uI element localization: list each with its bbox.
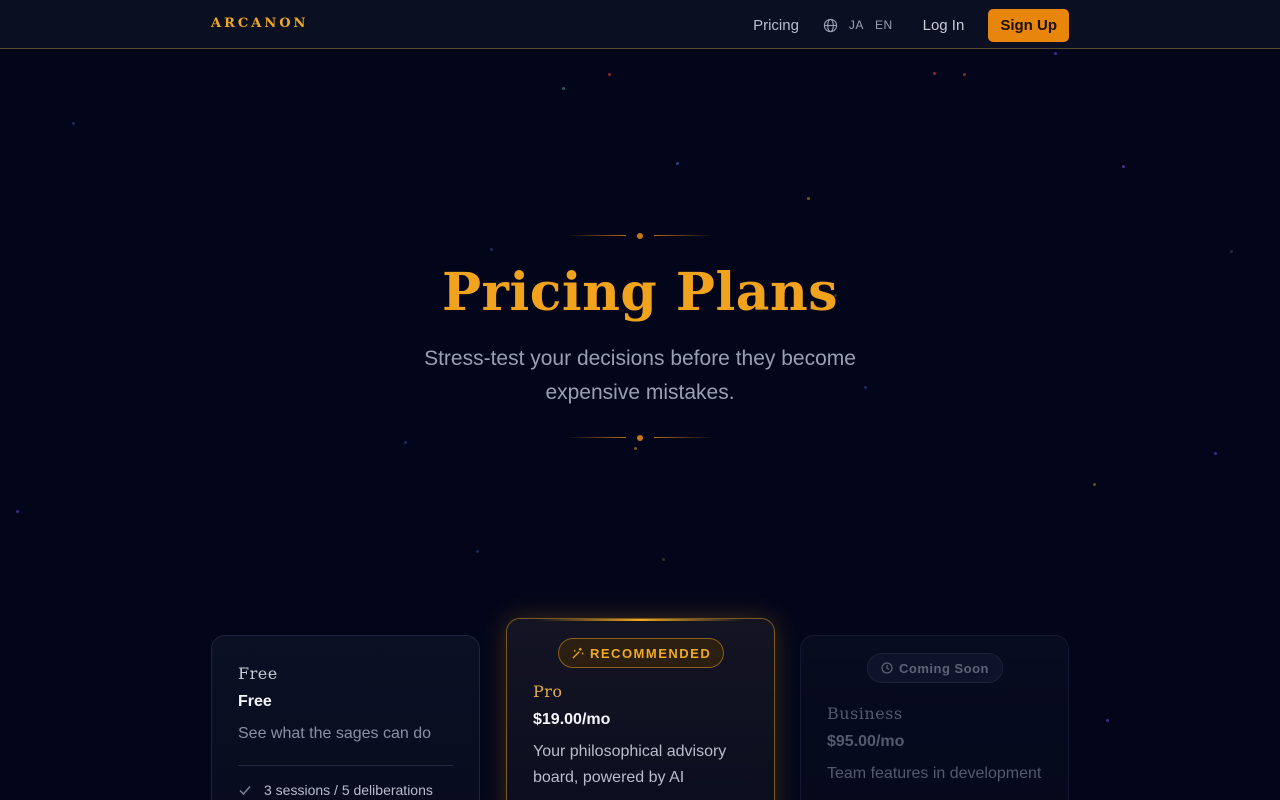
- plan-card-free: Free Free See what the sages can do 3 se…: [211, 635, 480, 800]
- logo[interactable]: ARCANON: [211, 16, 308, 31]
- plan-price: Free: [238, 693, 272, 710]
- plan-price: $19.00/mo: [533, 711, 611, 728]
- login-link[interactable]: Log In: [923, 17, 965, 34]
- nav-actions: Pricing JA EN Log In Sign Up: [753, 8, 1069, 42]
- status-label: Coming Soon: [899, 660, 989, 676]
- hero-divider-top: [566, 232, 714, 240]
- feature-item: 3 sessions / 5 deliberations: [238, 782, 453, 798]
- globe-icon: [823, 18, 838, 33]
- plan-name: Business: [827, 704, 903, 723]
- lang-ja-button[interactable]: JA: [849, 18, 864, 32]
- plan-price: $95.00/mo: [827, 733, 905, 750]
- clock-icon: [881, 662, 893, 674]
- signup-button[interactable]: Sign Up: [988, 8, 1069, 42]
- recommended-badge: RECOMMENDED: [558, 638, 725, 668]
- sparkle-icon: [571, 647, 584, 660]
- plan-card-pro: RECOMMENDED Pro $19.00/mo Your philosoph…: [506, 618, 775, 800]
- page-subtitle: Stress-test your decisions before they b…: [424, 347, 856, 404]
- badge-label: RECOMMENDED: [590, 645, 712, 661]
- plan-description: Your philosophical advisory board, power…: [533, 743, 727, 786]
- plan-card-business: Coming Soon Business $95.00/mo Team feat…: [800, 635, 1069, 800]
- plan-name: Free: [238, 664, 278, 683]
- feature-text: 3 sessions / 5 deliberations: [264, 782, 433, 798]
- plan-description: See what the sages can do: [238, 725, 432, 742]
- check-icon: [238, 783, 252, 797]
- plan-name: Pro: [533, 682, 563, 701]
- hero-divider-bottom: [566, 434, 714, 442]
- coming-soon-badge: Coming Soon: [867, 653, 1003, 683]
- divider: [238, 765, 453, 766]
- top-nav: ARCANON Pricing JA EN Log In Sign Up: [0, 0, 1280, 49]
- nav-link-pricing[interactable]: Pricing: [753, 17, 799, 34]
- plan-description: Team features in development: [827, 765, 1042, 782]
- page-title: Pricing Plans: [441, 262, 839, 323]
- lang-en-button[interactable]: EN: [875, 18, 893, 32]
